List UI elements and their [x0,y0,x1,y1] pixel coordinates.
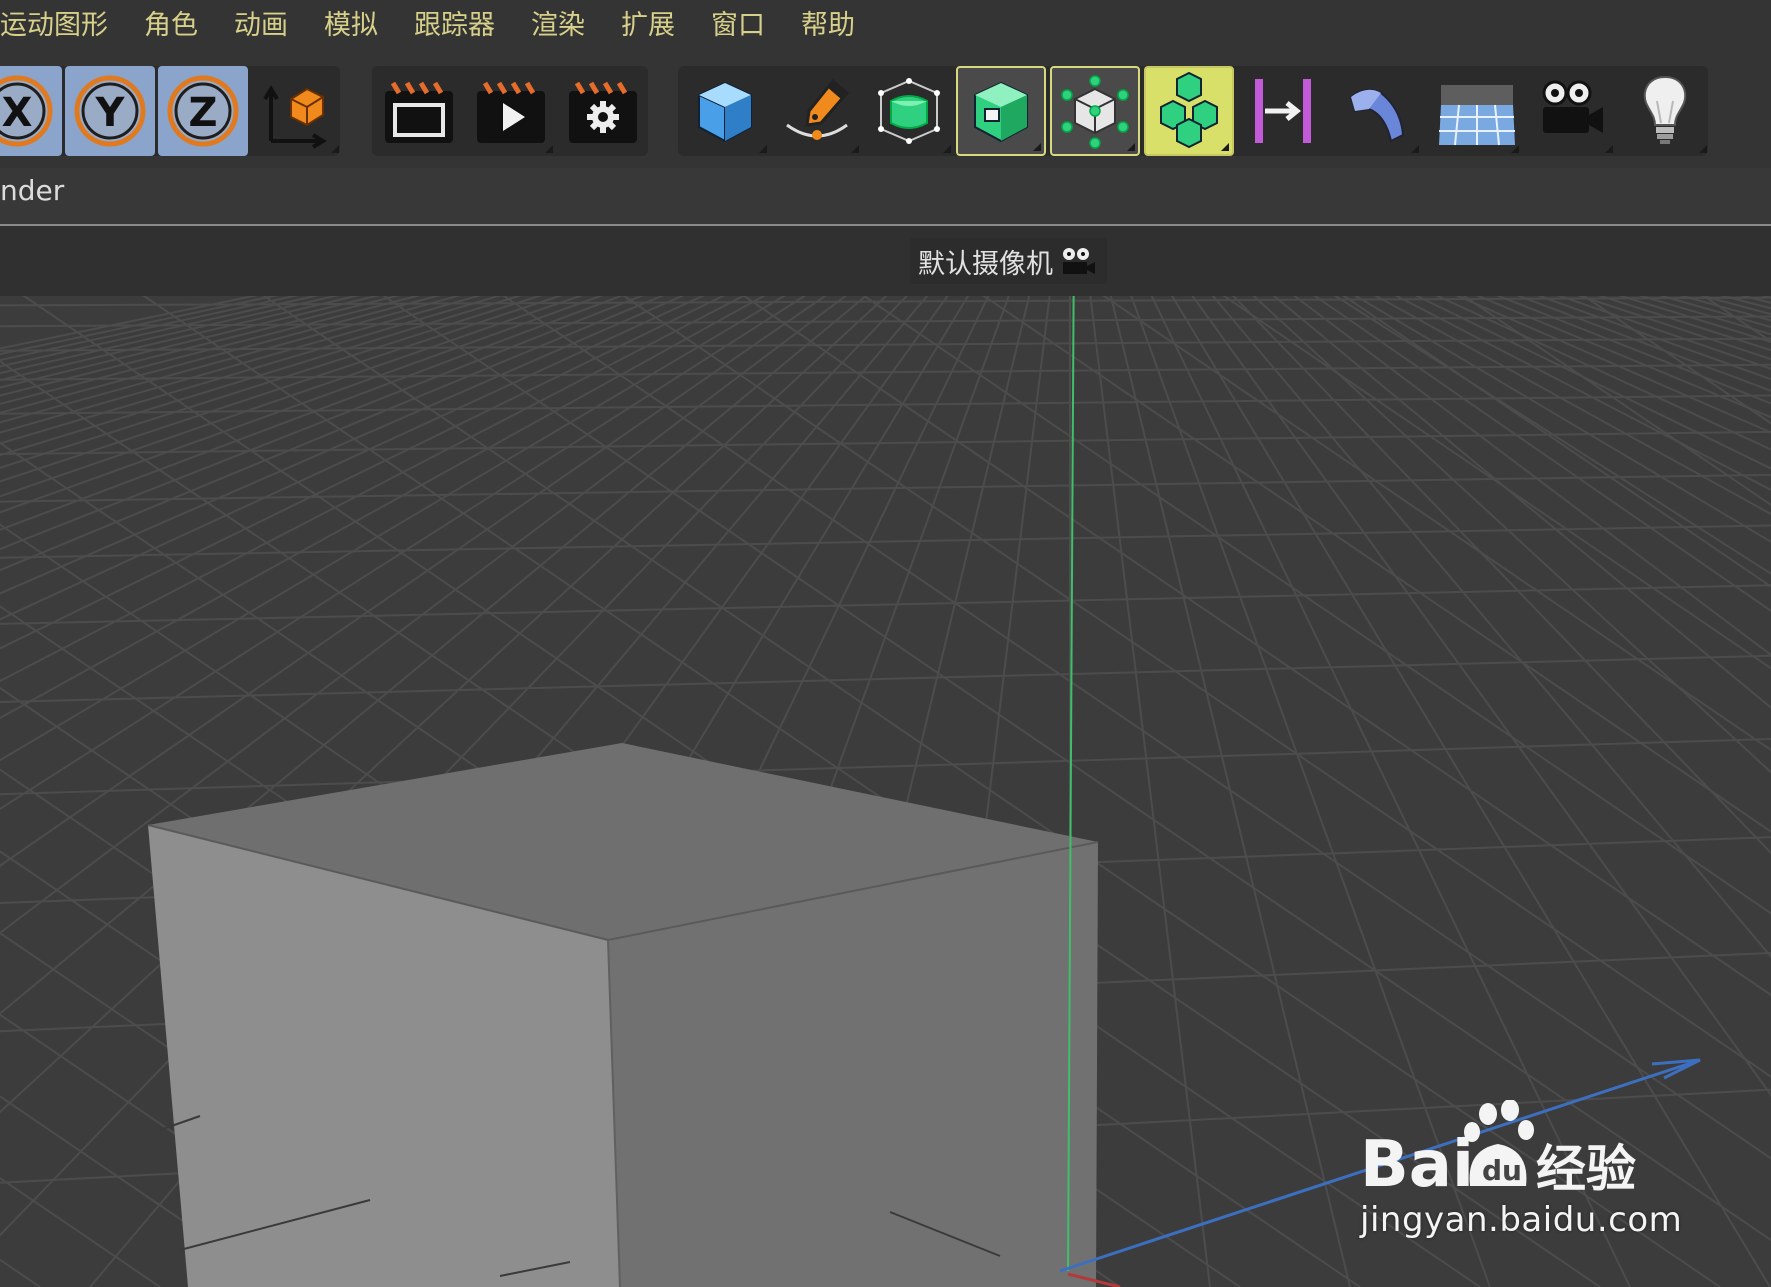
cloner-button[interactable] [1144,66,1234,156]
submenu-indicator [759,145,767,153]
menu-extensions[interactable]: 扩展 [621,3,675,42]
y-axis-icon: Y [74,75,146,147]
subdivision-cube-icon [878,78,940,144]
submenu-indicator [331,145,339,153]
render-settings-button[interactable] [558,66,648,156]
light-object-button[interactable] [1620,66,1710,156]
x-axis-icon: X [0,75,53,147]
blue-bend-icon [1349,88,1405,143]
panel-label: nder [0,174,65,207]
z-axis-lock-button[interactable]: Z [158,66,248,156]
clapper-gear-icon [569,81,637,143]
camera-object-button[interactable] [1526,66,1616,156]
floor-object-button[interactable] [1432,66,1522,156]
coordinate-system-button[interactable] [252,66,342,156]
panel-bar: nder [0,168,1771,226]
svg-text:Y: Y [95,90,126,136]
bend-object-button[interactable] [1332,66,1422,156]
mograph-array-button[interactable] [1050,66,1140,156]
bend-deformer-icon [1255,79,1311,143]
bend-deformer-button[interactable] [1238,66,1328,156]
submenu-indicator [851,145,859,153]
camera-icon [1063,248,1095,274]
submenu-indicator [943,145,951,153]
subdivision-surface-button[interactable] [864,66,954,156]
camera-icon [1542,80,1603,133]
submenu-indicator [1127,143,1135,151]
menu-tracker[interactable]: 跟踪器 [414,3,495,42]
camera-name: 默认摄像机 [918,248,1053,280]
clapper-render-view-icon [385,81,453,143]
submenu-indicator [1511,145,1519,153]
vertex-cube-icon [1061,75,1129,149]
pen-spline-button[interactable] [772,66,862,156]
menu-window[interactable]: 窗口 [711,3,765,42]
cube-object[interactable] [147,743,1099,1287]
x-axis-lock-button[interactable]: X [0,66,62,156]
y-axis-lock-button[interactable]: Y [65,66,155,156]
cube-icon [698,81,752,143]
pen-icon [786,78,850,140]
green-box-icon [974,81,1028,143]
cloner-cubes-icon [1160,71,1218,149]
cube-object-button[interactable] [680,66,770,156]
svg-text:X: X [2,90,33,136]
watermark-url: jingyan.baidu.com [1360,1200,1683,1240]
clapper-play-icon [477,81,545,143]
menu-mograph[interactable]: 运动图形 [0,3,108,42]
menu-animate[interactable]: 动画 [234,3,288,42]
menu-bar: 运动图形 角色 动画 模拟 跟踪器 渲染 扩展 窗口 帮助 [0,0,1771,44]
svg-text:Bai: Bai [1360,1128,1474,1200]
submenu-indicator [545,145,553,153]
svg-text:经验: 经验 [1536,1140,1636,1198]
render-to-picture-viewer-button[interactable] [466,66,556,156]
submenu-indicator [1605,145,1613,153]
submenu-indicator [1221,143,1229,151]
menu-character[interactable]: 角色 [144,3,198,42]
viewport-header [0,226,1771,296]
render-view-button[interactable] [374,66,464,156]
floor-grid-icon [1439,85,1515,146]
baidu-logo: Bai 经验 du [1360,1099,1636,1202]
menu-simulate[interactable]: 模拟 [324,3,378,42]
light-bulb-icon [1643,75,1687,144]
svg-text:du: du [1482,1154,1522,1187]
menu-help[interactable]: 帮助 [801,3,855,42]
menu-render[interactable]: 渲染 [531,3,585,42]
baidu-watermark: Bai 经验 du jingyan.baidu.com [1360,1099,1683,1260]
extrude-generator-button[interactable] [956,66,1046,156]
svg-text:Z: Z [188,90,217,136]
world-coordinates-icon [263,85,327,149]
main-toolbar: X Y Z [0,44,1771,169]
z-axis-icon: Z [167,75,239,147]
submenu-indicator [1411,145,1419,153]
camera-label[interactable]: 默认摄像机 [910,238,1107,284]
submenu-indicator [1699,145,1707,153]
submenu-indicator [1033,143,1041,151]
